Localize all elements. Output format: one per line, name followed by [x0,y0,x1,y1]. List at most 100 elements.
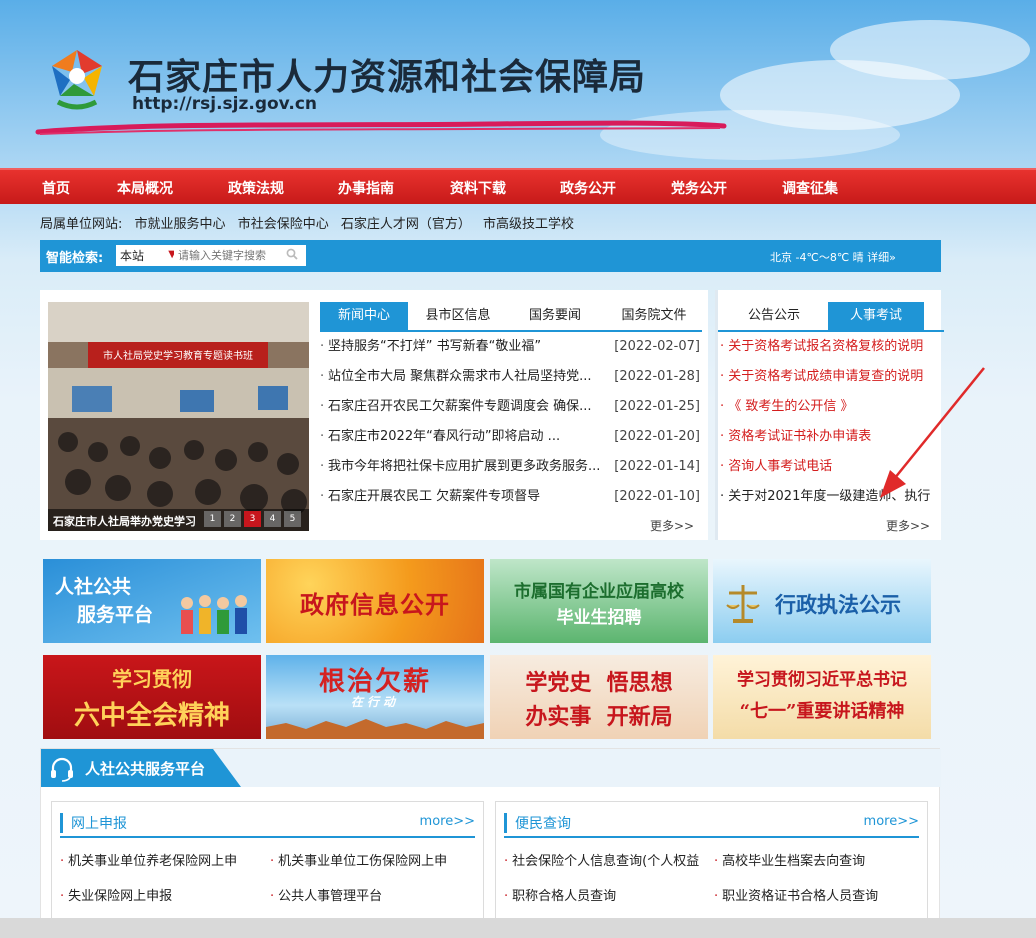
news-title[interactable]: 石家庄召开农民工欠薪案件专题调度会 确保... [328,398,608,416]
affiliated-link[interactable]: 市就业服务中心 [135,217,226,232]
news-list: · 坚持服务“不打烊” 书写新春“敬业福” [2022-02-07] · 站位全市大局… [320,338,702,518]
affiliated-link[interactable]: 市社会保险中心 [238,217,329,232]
affiliated-link[interactable]: 市高级技工学校 [483,217,574,232]
nav-about[interactable]: 本局概况 [117,178,173,198]
pager-dot[interactable]: 1 [204,511,221,527]
nav-home[interactable]: 首页 [42,178,70,198]
news-title[interactable]: 我市今年将把社保卡应用扩展到更多政务服务... [328,458,608,476]
box-title: 网上申报 [60,813,127,833]
browser-bottom-strip [0,918,1036,938]
news-item[interactable]: · 站位全市大局 聚焦群众需求市人社局坚持党... [2022-01-28] [320,368,702,398]
pager-dot-active[interactable]: 3 [244,511,261,527]
pager-dot[interactable]: 5 [284,511,301,527]
nav-party-affairs[interactable]: 党务公开 [671,178,727,198]
nav-downloads[interactable]: 资料下载 [450,178,506,198]
news-title[interactable]: 石家庄市2022年“春风行动”即将启动 ... [328,428,608,446]
banner-text: 六中全会精神 [73,701,230,731]
news-item[interactable]: · 石家庄召开农民工欠薪案件专题调度会 确保... [2022-01-25] [320,398,702,428]
banner-public-service-platform[interactable]: 人社公共 服务平台 [43,559,261,643]
box-header: 网上申报 more>> [60,810,475,838]
pager-dot[interactable]: 4 [264,511,281,527]
news-photo-carousel[interactable]: 市人社局党史学习教育专题读书班 石家庄市人社局举办党史学习 1 2 3 4 5 [48,302,309,531]
news-title[interactable]: 站位全市大局 聚焦群众需求市人社局坚持党... [328,368,608,386]
bureau-logo [52,50,102,110]
public-service-section: 人社公共服务平台 网上申报 more>> · 机关事业单位养老保险网上申 · 机关事… [40,748,941,923]
online-declaration-box: 网上申报 more>> · 机关事业单位养老保险网上申 · 机关事业单位工伤保险网上… [51,801,484,921]
more-link[interactable]: more>> [420,814,475,829]
section-title: 人社公共服务平台 [41,749,241,787]
more-link[interactable]: more>> [864,814,919,829]
photo-banner-text: 市人社局党史学习教育专题读书班 [103,349,253,362]
search-icon[interactable] [286,248,298,260]
box-title: 便民查询 [504,813,571,833]
tab-state-council[interactable]: 国务院文件 [606,302,702,330]
service-link[interactable]: · 职业资格证书合格人员查询 [714,885,878,904]
news-date: [2022-01-20] [614,429,700,444]
tab-news-center[interactable]: 新闻中心 [320,302,408,330]
search-scope-select[interactable]: 本站 ▼ [116,245,176,266]
banner-law-enforcement[interactable]: 行政执法公示 [713,559,931,643]
service-link[interactable]: · 机关事业单位养老保险网上申 [60,850,237,869]
red-scribble-annotation [35,120,727,135]
news-panel: 市人社局党史学习教育专题读书班 石家庄市人社局举办党史学习 1 2 3 4 5 … [40,290,708,540]
banner-text: 行政执法公示 [775,592,901,617]
cloud-decoration [830,20,1030,80]
news-title[interactable]: 坚持服务“不打烊” 书写新春“敬业福” [328,338,608,356]
news-item[interactable]: · 坚持服务“不打烊” 书写新春“敬业福” [2022-02-07] [320,338,702,368]
banner-graduate-recruitment[interactable]: 市属国有企业应届高校 毕业生招聘 [490,559,708,643]
news-tabs: 新闻中心 县市区信息 国务要闻 国务院文件 [320,302,702,332]
banner-party-history[interactable]: 学党史 悟思想 办实事 开新局 [490,655,708,739]
banner-wage-arrears[interactable]: 根治欠薪 在行动 [266,655,484,739]
notice-more-link[interactable]: 更多>> [886,517,930,534]
news-date: [2022-01-28] [614,369,700,384]
banner-july-first-speech[interactable]: 学习贯彻习近平总书记 “七一”重要讲话精神 [713,655,931,739]
banner-text: 办实事 开新局 [525,704,673,730]
service-link[interactable]: · 公共人事管理平台 [270,885,382,904]
news-item[interactable]: · 石家庄开展农民工 欠薪案件专项督导 [2022-01-10] [320,488,702,518]
banner-text: 人社公共 [55,576,132,598]
banner-text: 市属国有企业应届高校 [514,582,684,602]
tab-county-info[interactable]: 县市区信息 [412,302,504,330]
news-item[interactable]: · 石家庄市2022年“春风行动”即将启动 ... [2022-01-20] [320,428,702,458]
nav-gov-affairs[interactable]: 政务公开 [560,178,616,198]
banner-text: 服务平台 [77,604,154,626]
news-more-link[interactable]: 更多>> [650,517,694,534]
headset-icon [51,757,73,782]
news-date: [2022-01-25] [614,399,700,414]
tab-state-news[interactable]: 国务要闻 [510,302,600,330]
service-link[interactable]: · 失业保险网上申报 [60,885,172,904]
affiliated-link[interactable]: 石家庄人才网（官方） [341,217,471,232]
weather-info[interactable]: 北京 -4℃～8℃ 晴 详细» [770,249,896,265]
search-scope-value: 本站 [120,249,145,263]
news-date: [2022-02-07] [614,339,700,354]
news-date: [2022-01-10] [614,489,700,504]
service-link[interactable]: · 机关事业单位工伤保险网上申 [270,850,447,869]
notice-tabs: 公告公示 人事考试 [718,302,944,332]
nav-policy[interactable]: 政策法规 [228,178,284,198]
banner-text: 学习贯彻 [112,667,192,691]
workers-silhouette [266,719,484,739]
service-link[interactable]: · 职称合格人员查询 [504,885,616,904]
meeting-photo: 市人社局党史学习教育专题读书班 [48,302,309,531]
site-url[interactable]: http://rsj.sjz.gov.cn [132,94,317,114]
box-header: 便民查询 more>> [504,810,919,838]
nav-guide[interactable]: 办事指南 [338,178,394,198]
tab-personnel-exam[interactable]: 人事考试 [828,302,924,330]
news-title[interactable]: 石家庄开展农民工 欠薪案件专项督导 [328,488,608,506]
banner-text: 学党史 悟思想 [525,670,673,696]
service-link[interactable]: · 社会保险个人信息查询(个人权益 [504,850,712,869]
affiliated-label: 局属单位网站: [40,217,123,232]
tab-announcements[interactable]: 公告公示 [726,302,822,330]
banner-sixth-plenum[interactable]: 学习贯彻 六中全会精神 [43,655,261,739]
service-link[interactable]: · 高校毕业生档案去向查询 [714,850,865,869]
nav-survey[interactable]: 调查征集 [782,178,838,198]
section-header: 人社公共服务平台 [41,749,941,787]
banner-text: 毕业生招聘 [556,608,642,628]
news-item[interactable]: · 我市今年将把社保卡应用扩展到更多政务服务... [2022-01-14] [320,458,702,488]
main-nav: 首页 本局概况 政策法规 办事指南 资料下载 政务公开 党务公开 调查征集 [0,168,1036,204]
search-bar: 智能检索: 本站 ▼ 北京 -4℃～8℃ 晴 详细» [40,240,941,272]
pager-dot[interactable]: 2 [224,511,241,527]
red-arrow-annotation [880,367,985,498]
banner-gov-info-disclosure[interactable]: 政府信息公开 [266,559,484,643]
news-date: [2022-01-14] [614,459,700,474]
